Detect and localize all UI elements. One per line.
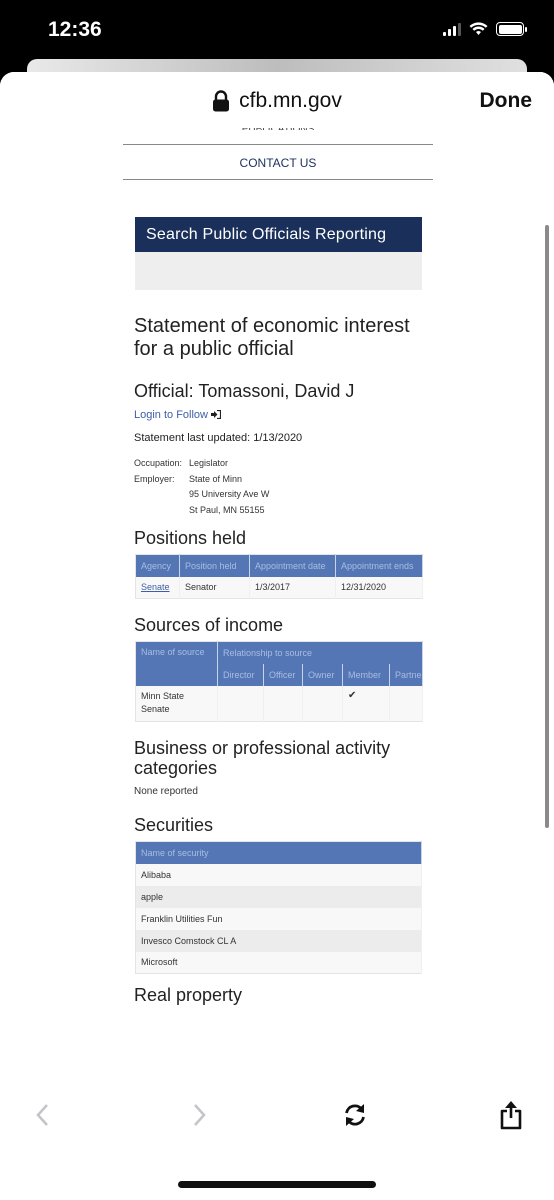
official-name: Official: Tomassoni, David J <box>134 381 355 401</box>
menu-item-contact-us[interactable]: CONTACT US <box>123 156 433 170</box>
follow-label: Login to Follow <box>134 409 208 421</box>
browser-toolbar <box>0 1084 554 1200</box>
occupation-label: Occupation: <box>134 458 183 468</box>
table-row: apple <box>135 885 422 908</box>
scrollbar[interactable] <box>545 225 549 828</box>
share-icon <box>500 1101 522 1130</box>
table-row: Franklin Utilities Fun <box>135 907 422 930</box>
table-row: Alibaba <box>135 863 422 886</box>
address-line2: St Paul, MN 55155 <box>189 504 265 515</box>
browser-sheet: PUBLICATIONS CONTACT US Search Public Of… <box>0 72 554 1200</box>
column-header: Officer <box>263 663 303 686</box>
back-icon <box>36 1104 48 1126</box>
income-table: Name of source Relationship to source Di… <box>135 641 424 722</box>
home-indicator[interactable] <box>178 1181 376 1188</box>
divider <box>123 144 433 145</box>
security-name: Microsoft <box>135 951 422 974</box>
divider <box>123 179 433 180</box>
position-cell: Senator <box>179 576 250 599</box>
reload-icon <box>345 1104 365 1126</box>
table-row: Invesco Comstock CL A <box>135 929 422 952</box>
positions-heading: Positions held <box>134 528 247 548</box>
securities-table: Name of security Alibaba apple Franklin … <box>135 841 422 974</box>
security-name: Invesco Comstock CL A <box>135 929 422 952</box>
income-heading: Sources of income <box>134 615 284 635</box>
address-line1: 95 University Ave W <box>189 489 270 499</box>
lock-icon <box>213 90 230 112</box>
wifi-icon <box>469 22 488 35</box>
securities-heading: Securities <box>134 815 214 835</box>
domain-label: cfb.mn.gov <box>239 89 342 112</box>
agency-link[interactable]: Senate <box>141 582 170 592</box>
column-header: Director <box>217 663 264 686</box>
reload-button[interactable] <box>340 1100 370 1130</box>
page-title: Statement of economic interest for a pub… <box>134 315 410 360</box>
source-name: Senate <box>141 704 170 715</box>
column-header: Member <box>342 663 390 686</box>
date-cell: 1/3/2017 <box>249 576 336 599</box>
security-name: apple <box>135 885 422 908</box>
ends-cell: 12/31/2020 <box>335 576 423 599</box>
check-icon: ✔ <box>342 685 390 722</box>
security-name: Franklin Utilities Fun <box>135 907 422 930</box>
column-header: Partner <box>389 663 424 686</box>
employer-label: Employer: <box>134 473 175 484</box>
table-row: Minn State Senate ✔ <box>135 685 424 722</box>
done-button[interactable]: Done <box>480 89 533 113</box>
signal-icon <box>443 22 461 36</box>
column-header: Appointment date <box>249 554 336 577</box>
search-panel: Search Public Officials Reporting <box>135 217 422 290</box>
column-header: Relationship to source <box>217 641 424 664</box>
column-header: Owner <box>302 663 343 686</box>
search-panel-title[interactable]: Search Public Officials Reporting <box>135 217 422 252</box>
clock: 12:36 <box>48 18 102 41</box>
positions-table: Agency Position held Appointment date Ap… <box>135 554 423 599</box>
column-header: Name of source <box>135 641 218 686</box>
back-button[interactable] <box>27 1100 57 1130</box>
real-property-heading: Real property <box>134 985 243 1005</box>
sign-in-icon <box>211 409 222 420</box>
forward-button[interactable] <box>185 1100 215 1130</box>
share-button[interactable] <box>496 1100 526 1130</box>
security-name: Alibaba <box>135 863 422 886</box>
battery-icon <box>496 22 527 36</box>
column-header: Name of security <box>135 841 422 864</box>
business-heading: Business or professional activity catego… <box>134 738 391 778</box>
occupation-value: Legislator <box>189 458 229 468</box>
url-display[interactable]: cfb.mn.gov <box>0 89 554 113</box>
status-bar: 12:36 <box>0 0 554 60</box>
column-header: Appointment ends <box>335 554 423 577</box>
browser-navbar: cfb.mn.gov Done <box>0 72 554 128</box>
employer-value: State of Minn <box>189 473 243 484</box>
column-header: Position held <box>179 554 250 577</box>
column-header: Agency <box>135 554 180 577</box>
search-panel-body <box>135 252 422 290</box>
forward-icon <box>194 1104 206 1126</box>
table-row: Microsoft <box>135 951 422 974</box>
business-value: None reported <box>134 786 198 797</box>
source-name: Minn State <box>141 691 185 702</box>
official-info: Occupation: Legislator Employer: State of … <box>134 456 269 518</box>
table-row: Senate Senator 1/3/2017 12/31/2020 <box>135 576 423 599</box>
login-to-follow-link[interactable]: Login to Follow <box>134 409 222 421</box>
last-updated: Statement last updated: 1/13/2020 <box>134 432 303 444</box>
